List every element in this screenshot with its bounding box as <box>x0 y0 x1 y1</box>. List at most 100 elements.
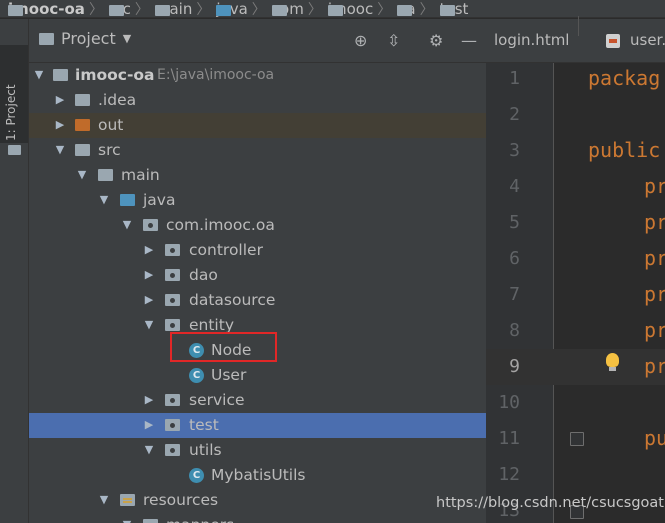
excluded-folder-icon <box>75 119 90 131</box>
line-number: 5 <box>509 212 520 233</box>
code-line[interactable]: pr <box>644 174 665 198</box>
expanded-arrow-icon[interactable]: ▼ <box>97 193 111 207</box>
expanded-arrow-icon[interactable]: ▼ <box>75 168 89 182</box>
collapsed-arrow-icon[interactable]: ▶ <box>142 243 156 257</box>
code-line[interactable]: public <box>588 138 660 162</box>
tool-window-strip: 1: Project <box>0 19 29 523</box>
expanded-arrow-icon[interactable]: ▼ <box>142 443 156 457</box>
breadcrumb-item-imooc[interactable]: imooc 〉 <box>327 0 397 18</box>
breadcrumb-item-com[interactable]: com 〉 <box>271 0 328 17</box>
package-icon <box>439 5 455 16</box>
expanded-arrow-icon[interactable]: ▼ <box>120 518 134 523</box>
folder-icon <box>143 519 158 523</box>
tree-item-test[interactable]: ▶ test <box>29 413 486 438</box>
collapsed-arrow-icon[interactable]: ▶ <box>142 418 156 432</box>
package-icon <box>397 5 413 16</box>
breadcrumb-item-oa[interactable]: oa〉 <box>397 0 439 18</box>
tree-item-service[interactable]: ▶ service <box>29 388 486 413</box>
project-folder-icon <box>8 5 23 16</box>
expanded-arrow-icon[interactable]: ▼ <box>32 68 46 82</box>
folder-icon <box>98 169 113 181</box>
tree-item-mybatisutils[interactable]: C MybatisUtils <box>29 463 486 488</box>
source-folder-icon <box>216 5 232 16</box>
line-number: 3 <box>509 140 520 161</box>
breadcrumb-item-java[interactable]: java 〉 <box>216 0 271 17</box>
project-view-selector[interactable]: Project ▼ <box>39 29 131 48</box>
gear-icon[interactable]: ⚙ <box>429 31 443 50</box>
lightbulb-icon[interactable] <box>606 353 619 371</box>
tab-user[interactable]: user. <box>630 31 665 49</box>
panel-title: Project <box>61 29 116 48</box>
tree-item-mappers[interactable]: ▼ mappers <box>29 513 486 523</box>
code-line[interactable]: pr <box>644 246 665 270</box>
code-line[interactable]: pu <box>644 426 665 450</box>
tree-item-com-imooc-oa[interactable]: ▼ com.imooc.oa <box>29 213 486 238</box>
package-icon <box>165 244 180 256</box>
chevron-right-icon: 〉 <box>419 1 434 18</box>
project-tab-label: 1: Project <box>4 84 18 141</box>
code-line[interactable]: pr <box>644 354 665 378</box>
collapsed-arrow-icon[interactable]: ▶ <box>53 93 67 107</box>
code-line[interactable]: pr <box>644 318 665 342</box>
folder-icon <box>75 94 90 106</box>
package-icon <box>271 5 287 16</box>
watermark: https://blog.csdn.net/csucsgoat <box>436 495 664 511</box>
tree-item-imooc-oa[interactable]: ▼ imooc-oa E:\java\imooc-oa <box>29 63 486 88</box>
java-class-icon: C <box>189 468 204 483</box>
module-folder-icon <box>53 69 68 81</box>
tree-item-resources[interactable]: ▼ resources <box>29 488 486 513</box>
line-number: 7 <box>509 284 520 305</box>
tree-item-utils[interactable]: ▼ utils <box>29 438 486 463</box>
collapsed-arrow-icon[interactable]: ▶ <box>142 393 156 407</box>
chevron-right-icon: 〉 <box>196 1 211 18</box>
line-number: 6 <box>509 248 520 269</box>
chevron-right-icon: 〉 <box>134 1 149 18</box>
tree-item-java[interactable]: ▼ java <box>29 188 486 213</box>
breadcrumb: imooc-oa〉 src〉 main〉 java〉 com〉 imooc〉 o… <box>0 0 665 18</box>
code-line[interactable]: pr <box>644 210 665 234</box>
breadcrumb-item-root[interactable]: imooc-oa 〉 <box>8 0 109 18</box>
code-line[interactable]: pr <box>644 282 665 306</box>
folder-icon <box>8 145 21 155</box>
minimize-icon[interactable]: — <box>461 31 477 50</box>
collapsed-arrow-icon[interactable]: ▶ <box>53 118 67 132</box>
package-icon <box>165 319 180 331</box>
line-number: 10 <box>498 392 520 413</box>
package-icon <box>327 5 343 16</box>
package-icon <box>165 419 180 431</box>
package-icon <box>165 269 180 281</box>
tab-login-html[interactable]: login.html <box>494 31 569 49</box>
tree-item-dao[interactable]: ▶ dao <box>29 263 486 288</box>
folder-icon <box>108 5 124 16</box>
collapse-all-icon[interactable]: ⇳ <box>387 31 400 50</box>
tree-item-out[interactable]: ▶ out <box>29 113 486 138</box>
fold-marker-icon[interactable] <box>570 432 584 446</box>
collapsed-arrow-icon[interactable]: ▶ <box>142 268 156 282</box>
locate-crosshair-icon[interactable]: ⊕ <box>354 31 367 50</box>
chevron-right-icon: 〉 <box>88 1 103 18</box>
caret-down-icon: ▼ <box>122 32 132 45</box>
code-line[interactable]: packag <box>588 66 660 90</box>
expanded-arrow-icon[interactable]: ▼ <box>120 218 134 232</box>
editor-tab-bar: login.html user. <box>486 19 665 63</box>
breadcrumb-item-main[interactable]: main 〉 <box>154 0 216 18</box>
tree-item-datasource[interactable]: ▶ datasource <box>29 288 486 313</box>
tree-item-src[interactable]: ▼ src <box>29 138 486 163</box>
expanded-arrow-icon[interactable]: ▼ <box>53 143 67 157</box>
breadcrumb-item-test[interactable]: test <box>439 0 468 17</box>
package-icon <box>165 394 180 406</box>
tab-divider <box>578 16 579 36</box>
chevron-right-icon: 〉 <box>377 1 392 18</box>
tree-item-main[interactable]: ▼ main <box>29 163 486 188</box>
package-icon <box>143 219 158 231</box>
tree-item-user[interactable]: C User <box>29 363 486 388</box>
expanded-arrow-icon[interactable]: ▼ <box>97 493 111 507</box>
project-tool-window-tab[interactable]: 1: Project <box>0 45 28 155</box>
collapsed-arrow-icon[interactable]: ▶ <box>142 293 156 307</box>
tree-item-controller[interactable]: ▶ controller <box>29 238 486 263</box>
line-number: 11 <box>498 428 520 449</box>
project-panel-header: Project ▼ ⊕ ⇳ ⚙ — <box>29 19 486 63</box>
breadcrumb-item-src[interactable]: src〉 <box>108 0 155 18</box>
tree-item-idea[interactable]: ▶ .idea <box>29 88 486 113</box>
expanded-arrow-icon[interactable]: ▼ <box>142 318 156 332</box>
